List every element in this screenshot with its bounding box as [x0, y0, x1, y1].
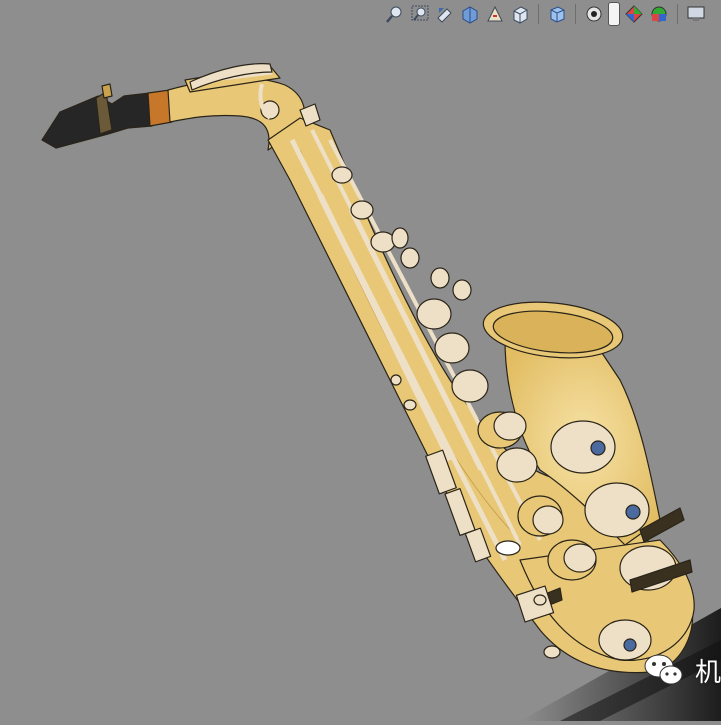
- hide-show-icon: [586, 6, 602, 22]
- view-settings-button[interactable]: [685, 3, 707, 25]
- view-orientation-icon: [513, 6, 528, 24]
- graphics-area[interactable]: [0, 0, 721, 721]
- toolbar-separator: [575, 4, 576, 24]
- saxophone-model[interactable]: [41, 63, 695, 674]
- toolbar-separator: [677, 4, 678, 24]
- view-orientation-button[interactable]: [509, 3, 531, 25]
- edit-appearance-button[interactable]: [623, 3, 645, 25]
- display-style-button[interactable]: [546, 3, 568, 25]
- watermark: 机: [641, 647, 721, 693]
- zoom-to-area-button[interactable]: [409, 3, 431, 25]
- dynamic-annotation-button[interactable]: [484, 3, 506, 25]
- previous-view-button[interactable]: [434, 3, 456, 25]
- scene-icon: [651, 6, 667, 22]
- previous-view-icon: [437, 8, 452, 23]
- section-view-button[interactable]: [459, 3, 481, 25]
- apply-scene-button[interactable]: [648, 3, 670, 25]
- annotation-views-icon: [487, 5, 503, 22]
- zoom-to-fit-button[interactable]: [384, 3, 406, 25]
- zoom-area-icon: [411, 5, 429, 21]
- display-style-icon: [550, 6, 565, 23]
- edit-appearance-icon: [625, 5, 643, 23]
- hide-show-dropdown[interactable]: [608, 2, 620, 26]
- toolbar-separator: [538, 4, 539, 24]
- model-canvas[interactable]: [0, 0, 721, 721]
- zoom-to-fit-icon: [386, 6, 402, 23]
- monitor-icon: [687, 6, 705, 21]
- wechat-icon: [644, 654, 683, 685]
- hide-show-items-button[interactable]: [583, 3, 605, 25]
- section-view-icon: [462, 6, 478, 24]
- heads-up-view-toolbar: [384, 0, 707, 28]
- watermark-text: 机: [694, 657, 721, 688]
